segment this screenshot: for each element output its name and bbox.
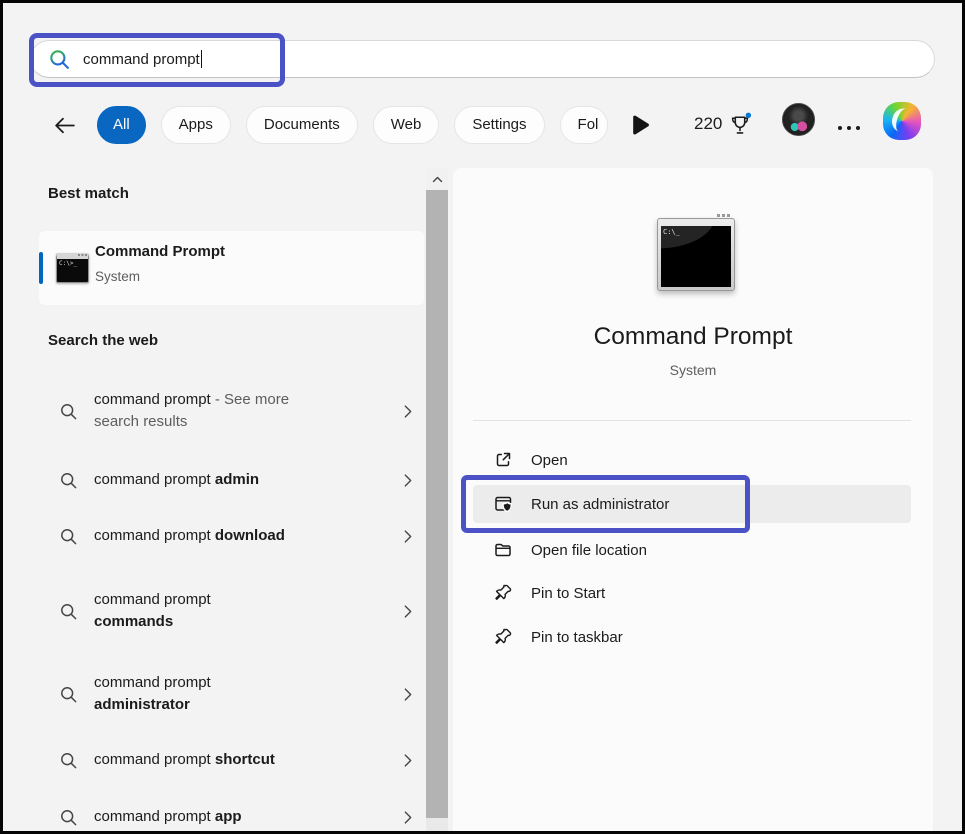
action-label: Pin to Start [531,585,605,602]
suggestion-bold: download [215,527,285,544]
web-suggestion-row[interactable]: command prompt administrator [39,668,424,720]
suggestion-text: command prompt [94,808,215,825]
tab-apps[interactable]: Apps [161,106,231,144]
back-button[interactable] [49,110,79,140]
web-suggestion-row[interactable]: command prompt commands [39,584,424,638]
result-detail-panel: C:\_ Command Prompt System Open Run as a… [453,168,933,831]
suggestion-note: search results [94,411,366,433]
chevron-right-icon [400,527,416,546]
play-icon [629,114,651,136]
chevron-right-icon [400,471,416,490]
action-label: Pin to taskbar [531,629,623,646]
app-subtitle: System [453,362,933,378]
web-suggestion-row[interactable]: command prompt shortcut [39,746,424,774]
suggestion-note: - See more [211,391,289,408]
action-pin-to-start[interactable]: Pin to Start [473,579,911,607]
best-match-subtitle: System [95,269,140,284]
search-icon [59,527,78,546]
action-open-file-location[interactable]: Open file location [473,536,911,564]
suggestion-bold: administrator [94,694,366,716]
open-external-icon [493,450,513,470]
rewards-points: 220 [694,114,722,134]
tab-all[interactable]: All [97,106,146,144]
action-label: Open file location [531,542,647,559]
search-icon [59,402,78,421]
suggestion-text: command prompt [94,591,211,608]
suggestion-bold: admin [215,471,259,488]
app-title: Command Prompt [453,323,933,351]
search-icon [59,602,78,621]
more-options-button[interactable] [836,119,862,137]
suggestion-bold: app [215,808,242,825]
cmd-window-controls [717,214,731,217]
user-avatar[interactable] [782,103,815,136]
web-suggestion-row[interactable]: command prompt app [39,803,424,831]
suggestion-bold: commands [94,611,366,633]
web-suggestion-row[interactable]: command prompt - See more search results [39,387,424,435]
search-query-text: command prompt [83,51,200,68]
search-icon [59,685,78,704]
web-suggestion-row[interactable]: command prompt admin [39,466,424,494]
pin-icon [493,627,513,647]
pin-icon [493,583,513,603]
divider [473,420,911,421]
action-label: Open [531,452,568,469]
chevron-right-icon [400,402,416,421]
tab-folders-clipped[interactable]: Fol [560,106,608,144]
suggestion-bold: shortcut [215,751,275,768]
scroll-up-button[interactable] [426,168,448,190]
cmd-icon-text: C:\_ [663,228,680,236]
search-icon [59,751,78,770]
best-match-title: Command Prompt [95,243,225,260]
search-the-web-header: Search the web [48,332,158,349]
run-as-admin-shield-icon [493,494,513,514]
command-prompt-icon: C:\>_ [56,253,89,283]
chevron-right-icon [400,751,416,770]
action-run-as-administrator[interactable]: Run as administrator [473,485,911,523]
tab-folders-label: Fol [560,106,608,144]
best-match-result[interactable]: C:\>_ Command Prompt System [39,231,424,305]
command-prompt-icon-large: C:\_ [657,218,735,291]
suggestion-text: command prompt [94,751,215,768]
search-input[interactable]: command prompt [30,40,935,78]
action-open[interactable]: Open [473,446,911,474]
chevron-right-icon [400,808,416,827]
back-arrow-icon [52,113,77,138]
chevron-right-icon [400,602,416,621]
suggestion-text: command prompt [94,391,211,408]
best-match-header: Best match [48,185,129,202]
search-icon [49,49,70,70]
trophy-icon [729,112,751,135]
web-suggestion-row[interactable]: command prompt download [39,522,424,550]
folder-icon [493,540,513,560]
action-pin-to-taskbar[interactable]: Pin to taskbar [473,623,911,651]
suggestion-text: command prompt [94,674,211,691]
chevron-right-icon [400,685,416,704]
cmd-window-controls [78,254,87,256]
chevron-up-icon [429,172,446,187]
tab-documents[interactable]: Documents [246,106,358,144]
left-panel-scrollbar[interactable] [426,168,448,831]
search-icon [59,808,78,827]
action-label: Run as administrator [531,496,669,513]
suggestion-text: command prompt [94,471,215,488]
rewards-counter[interactable]: 220 [694,112,751,135]
cmd-icon-text: C:\>_ [59,260,77,267]
more-tabs-button[interactable] [629,114,651,136]
scrollbar-thumb[interactable] [426,190,448,818]
filter-tabs: All Apps Documents Web Settings Fol [97,106,608,144]
windows-search-panel: command prompt All Apps Documents Web Se… [0,0,965,834]
search-icon [59,471,78,490]
suggestion-text: command prompt [94,527,215,544]
copilot-icon[interactable] [883,102,921,140]
tab-web[interactable]: Web [373,106,440,144]
ellipsis-icon [836,124,862,132]
tab-settings[interactable]: Settings [454,106,544,144]
text-cursor [201,50,203,68]
